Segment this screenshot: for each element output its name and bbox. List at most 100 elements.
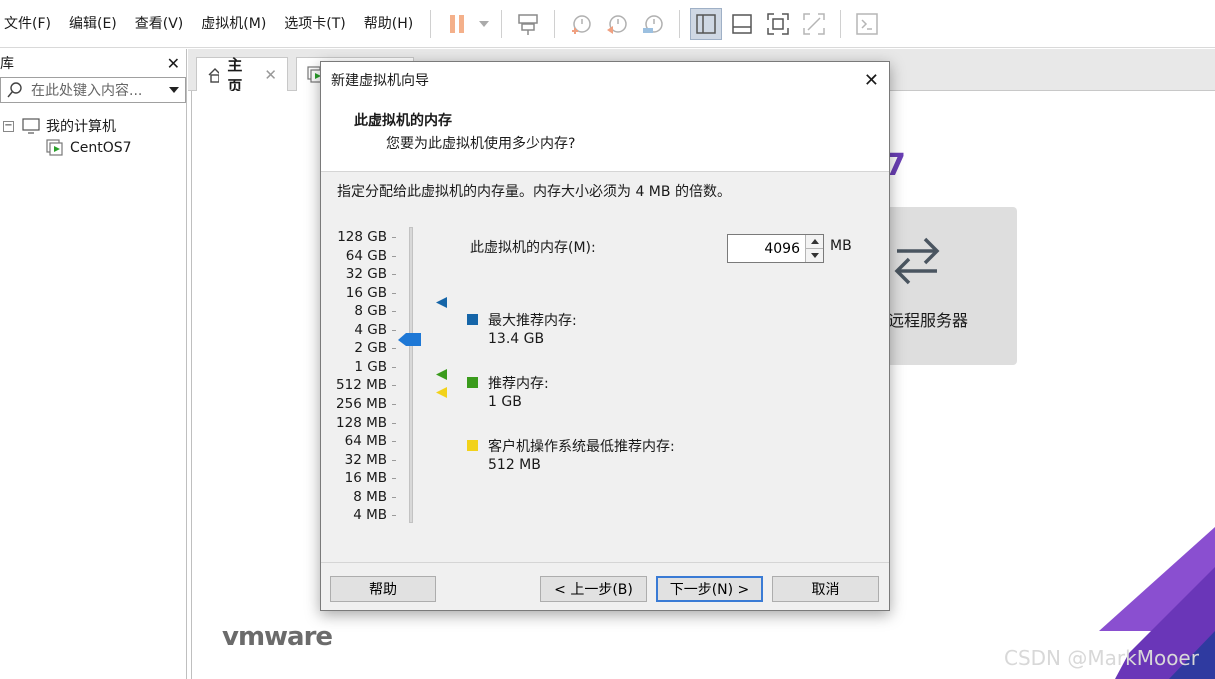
dialog-footer: 帮助 < 上一步(B) 下一步(N) > 取消: [321, 562, 889, 610]
min-recommended-marker: [436, 387, 447, 398]
unity-icon[interactable]: [798, 8, 830, 40]
memory-scale-tick: [392, 311, 396, 313]
snapshot-icon[interactable]: [565, 8, 597, 40]
max-recommended-marker: [436, 297, 447, 308]
menu-tabs[interactable]: 选项卡(T): [275, 0, 354, 48]
swap-arrows-icon: [894, 237, 940, 285]
toolbar-separator: [501, 9, 503, 38]
toolbar-separator: [840, 9, 842, 38]
library-tree: − 我的计算机 CentOS7: [0, 115, 186, 159]
memory-scale-tick: [392, 496, 396, 498]
tree-item-my-computer[interactable]: − 我的计算机: [0, 115, 186, 137]
menu-help[interactable]: 帮助(H): [355, 0, 422, 48]
tree-item-label: CentOS7: [70, 140, 132, 156]
library-header: 库 ✕: [0, 49, 186, 77]
tree-item-label: 我的计算机: [46, 119, 116, 135]
dialog-header: 此虚拟机的内存 您要为此虚拟机使用多少内存?: [321, 98, 889, 172]
pause-icon[interactable]: [441, 8, 473, 40]
memory-scale-label: 8 MB: [353, 488, 387, 505]
memory-scale-label: 8 GB: [354, 303, 387, 320]
dialog-subheading: 您要为此虚拟机使用多少内存?: [386, 136, 576, 152]
legend-value: 512 MB: [488, 457, 541, 473]
search-input[interactable]: 在此处键入内容...: [31, 80, 163, 100]
console-icon[interactable]: [851, 8, 883, 40]
toolbar-separator: [679, 9, 681, 38]
legend-value: 1 GB: [488, 394, 522, 410]
memory-scale-tick: [392, 292, 396, 294]
cancel-button[interactable]: 取消: [772, 576, 879, 602]
dialog-body: 指定分配给此虚拟机的内存量。内存大小必须为 4 MB 的倍数。 128 GB 64…: [321, 173, 889, 563]
memory-scale-label: 4 MB: [353, 507, 387, 524]
memory-scale-tick: [392, 366, 396, 368]
memory-slider-track[interactable]: [409, 227, 413, 523]
dialog-titlebar: 新建虚拟机向导 ✕: [321, 62, 889, 98]
memory-scale-tick: [392, 403, 396, 405]
spin-up-icon[interactable]: [806, 235, 823, 248]
memory-scale-tick: [392, 274, 396, 276]
dropdown-arrow-icon[interactable]: [477, 8, 491, 40]
library-title: 库: [0, 56, 14, 72]
back-button[interactable]: < 上一步(B): [540, 576, 647, 602]
connect-remote-server-card[interactable]: [885, 207, 1017, 365]
memory-field-label: 此虚拟机的内存(M):: [470, 240, 596, 256]
memory-scale-label: 32 GB: [345, 266, 387, 283]
library-search-box[interactable]: 在此处键入内容...: [0, 77, 186, 103]
memory-scale-label: 256 MB: [336, 395, 387, 412]
home-icon: [208, 67, 220, 83]
legend-label: 最大推荐内存:: [488, 313, 577, 329]
tab-home[interactable]: 主页 ✕: [196, 56, 288, 95]
memory-scale-tick: [392, 255, 396, 257]
legend-swatch: [467, 440, 478, 451]
memory-scale-label: 512 MB: [336, 377, 387, 394]
memory-scale-label: 128 MB: [336, 414, 387, 431]
menu-bar: 文件(F) 编辑(E) 查看(V) 虚拟机(M) 选项卡(T) 帮助(H): [0, 0, 1215, 48]
menu-file[interactable]: 文件(F): [0, 0, 60, 48]
close-icon[interactable]: ✕: [864, 70, 879, 91]
legend-label: 客户机操作系统最低推荐内存:: [488, 439, 675, 455]
memory-scale-label: 4 GB: [354, 321, 387, 338]
memory-scale-tick: [392, 385, 396, 387]
next-button[interactable]: 下一步(N) >: [656, 576, 763, 602]
menu-vm[interactable]: 虚拟机(M): [192, 0, 275, 48]
revert-snapshot-icon[interactable]: [601, 8, 633, 40]
send-keys-icon[interactable]: [512, 8, 544, 40]
memory-scale-tick: [392, 422, 396, 424]
connect-remote-server-label: 远程服务器: [888, 311, 969, 330]
memory-scale-label: 32 MB: [344, 451, 387, 468]
fullscreen-icon[interactable]: [762, 8, 794, 40]
legend-label: 推荐内存:: [488, 376, 549, 392]
close-icon[interactable]: ✕: [167, 54, 180, 73]
vmware-logo: vmware: [222, 622, 333, 652]
help-button[interactable]: 帮助: [330, 576, 436, 602]
library-panel: 库 ✕ 在此处键入内容... − 我的计算机 CentOS7: [0, 49, 187, 679]
legend-swatch: [467, 314, 478, 325]
tree-item-centos7[interactable]: CentOS7: [0, 137, 186, 159]
chevron-down-icon[interactable]: [163, 87, 185, 93]
memory-slider-thumb[interactable]: [398, 333, 422, 347]
memory-scale-tick: [392, 348, 396, 350]
memory-unit: MB: [830, 238, 852, 254]
memory-scale-label: 64 GB: [345, 247, 387, 264]
menu-view[interactable]: 查看(V): [126, 0, 193, 48]
memory-scale-tick: [392, 329, 396, 331]
watermark: CSDN @MarkMooer: [1004, 646, 1199, 670]
memory-input[interactable]: [728, 235, 805, 262]
tab-label: 主页: [227, 55, 243, 95]
spin-down-icon[interactable]: [806, 248, 823, 262]
memory-scale-tick: [392, 459, 396, 461]
collapse-icon[interactable]: −: [3, 120, 14, 132]
memory-spinbox[interactable]: [727, 234, 824, 263]
memory-scale-label: 2 GB: [354, 340, 387, 357]
memory-scale-label: 128 GB: [337, 229, 387, 245]
menu-edit[interactable]: 编辑(E): [60, 0, 126, 48]
thumbnail-bar-icon[interactable]: [726, 8, 758, 40]
snapshot-manager-icon[interactable]: [637, 8, 669, 40]
computer-icon: [22, 118, 40, 134]
dialog-title: 新建虚拟机向导: [331, 73, 429, 89]
toolbar-separator: [554, 9, 556, 38]
memory-scale-tick: [392, 515, 396, 517]
tab-close-icon[interactable]: ✕: [264, 66, 277, 84]
new-vm-wizard-dialog: 新建虚拟机向导 ✕ 此虚拟机的内存 您要为此虚拟机使用多少内存? 指定分配给此虚…: [320, 61, 890, 611]
toolbar-separator: [430, 9, 432, 38]
library-view-icon[interactable]: [690, 7, 723, 40]
